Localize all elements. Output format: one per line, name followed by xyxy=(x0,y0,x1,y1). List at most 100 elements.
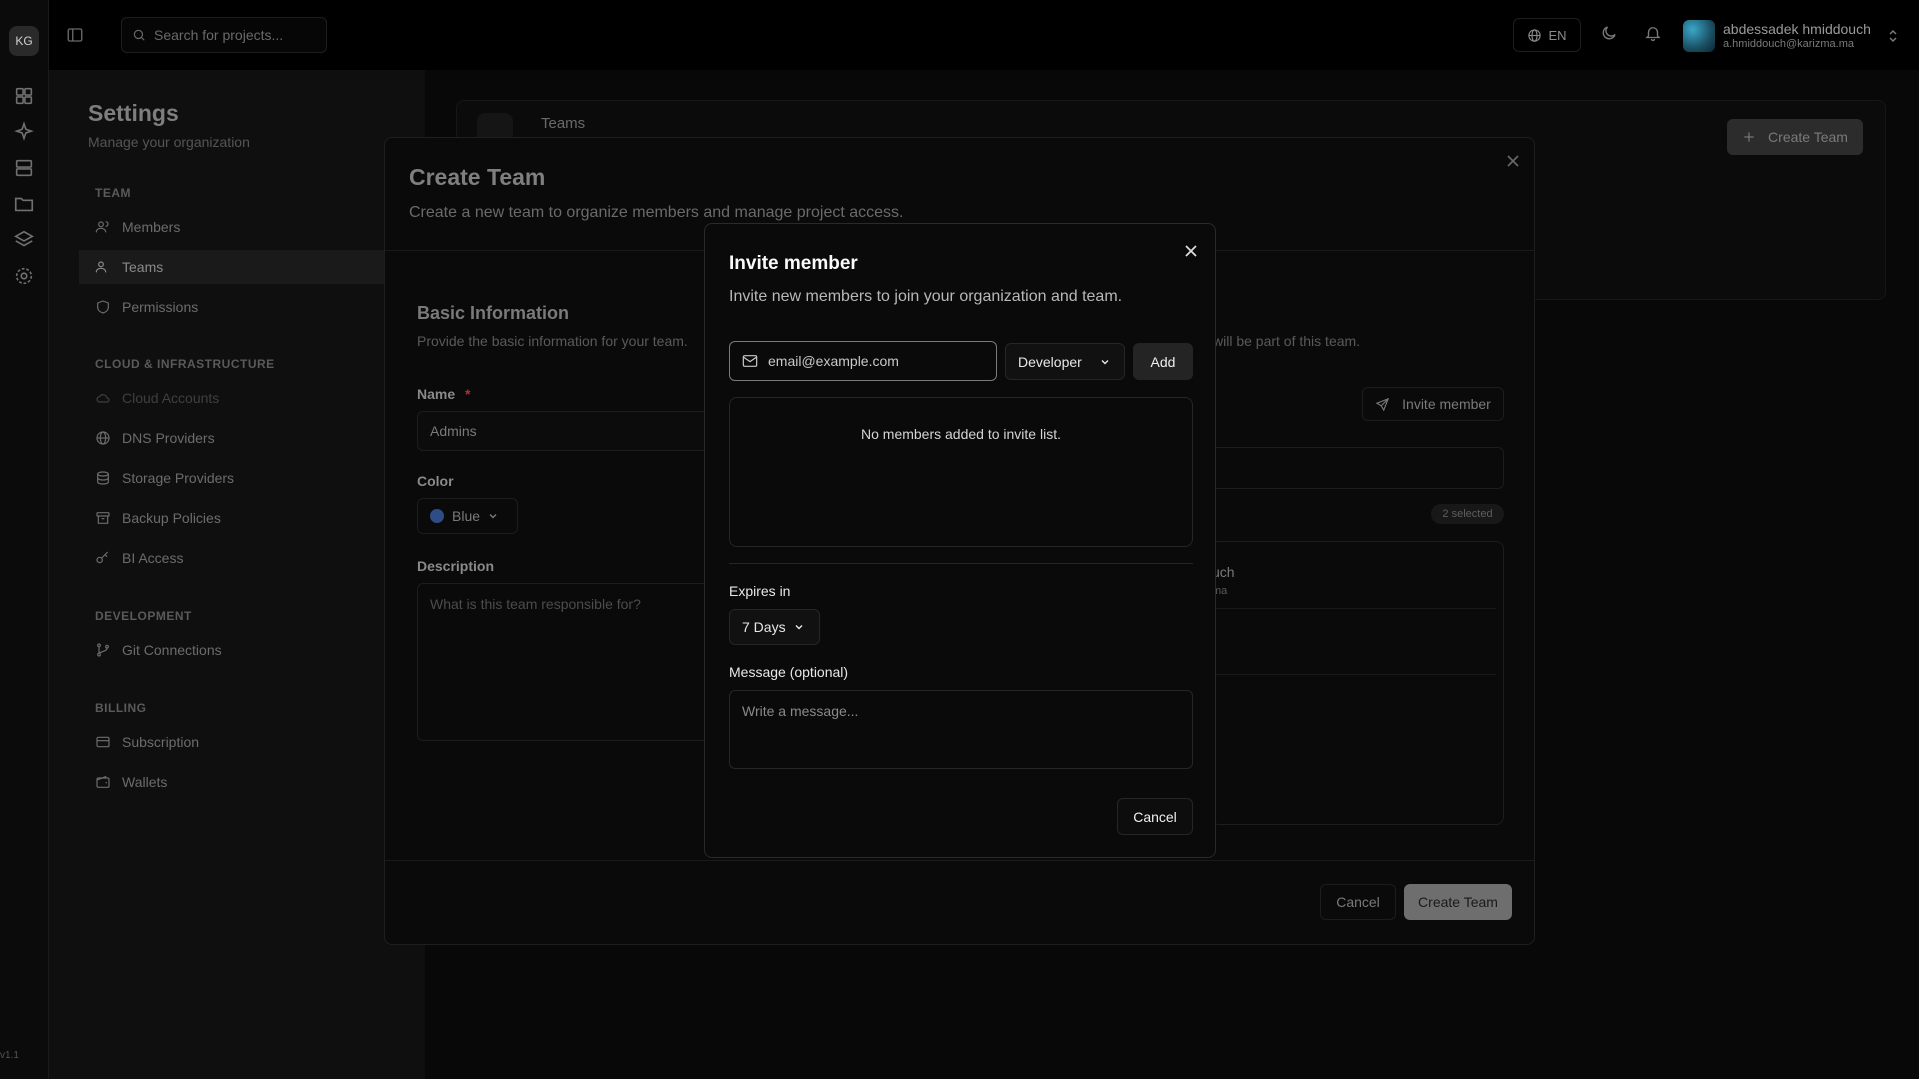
selected-count-badge: 2 selected xyxy=(1431,504,1504,524)
dialog-title: Create Team xyxy=(409,164,546,190)
create-team-button[interactable]: Create Team xyxy=(1727,119,1863,155)
member-search-input[interactable] xyxy=(1211,447,1504,489)
invite-member-label: Invite member xyxy=(1402,396,1491,412)
role-value: Developer xyxy=(1018,353,1082,370)
user-name: abdessadek hmiddouch xyxy=(1723,21,1871,37)
chevron-down-icon xyxy=(1101,359,1109,364)
sidebar-item-label: Teams xyxy=(122,259,164,275)
sidebar-item-label: Git Connections xyxy=(122,642,222,658)
cancel-button[interactable]: Cancel xyxy=(1117,798,1193,835)
chevron-updown-icon xyxy=(1889,29,1897,43)
server-icon[interactable] xyxy=(13,157,35,179)
user-email: a.hmiddouch@karizma.ma xyxy=(1723,38,1854,50)
top-bar: Search for projects... EN abdessadek hmi… xyxy=(49,0,1919,70)
icon-rail: KG v1.1 xyxy=(0,0,49,1079)
globe-icon xyxy=(1528,28,1542,42)
org-logo[interactable]: KG xyxy=(9,26,39,56)
invite-member-button[interactable]: Invite member xyxy=(1362,387,1504,421)
cloud-icon xyxy=(96,394,110,403)
required-mark: * xyxy=(465,386,471,402)
add-button[interactable]: Add xyxy=(1133,343,1193,380)
name-label: Name * xyxy=(417,386,471,402)
database-icon xyxy=(97,471,109,485)
sidebar-item-backup-policies[interactable]: Backup Policies xyxy=(79,501,425,535)
invite-title: Invite member xyxy=(729,253,858,274)
basic-info-subtitle: Provide the basic information for your t… xyxy=(417,333,688,349)
wallet-icon xyxy=(96,775,110,788)
avatar xyxy=(1683,20,1715,52)
sidebar-item-bi-access[interactable]: BI Access xyxy=(79,541,425,575)
sidebar-item-label: Storage Providers xyxy=(122,470,235,486)
name-input[interactable]: Admins xyxy=(417,411,717,451)
theme-toggle-icon[interactable] xyxy=(1600,24,1620,44)
sidebar-item-dns-providers[interactable]: DNS Providers xyxy=(79,421,425,455)
language-switcher[interactable]: EN xyxy=(1513,18,1581,52)
sidebar-item-members[interactable]: Members xyxy=(79,210,425,244)
chevron-down-icon xyxy=(795,625,803,630)
mail-icon xyxy=(742,355,758,367)
dialog-description: Create a new team to organize members an… xyxy=(409,204,904,221)
team-icon xyxy=(95,261,107,273)
section-development: DEVELOPMENT xyxy=(95,609,192,623)
color-label: Color xyxy=(417,473,454,489)
credit-card-icon xyxy=(96,736,110,748)
expires-select[interactable]: 7 Days xyxy=(729,609,820,645)
divider xyxy=(385,860,1534,861)
sidebar-item-label: DNS Providers xyxy=(122,430,215,446)
message-textarea[interactable]: Write a message... xyxy=(729,690,1193,769)
email-field[interactable]: email@example.com xyxy=(729,341,997,381)
send-icon xyxy=(1375,397,1390,411)
archive-icon xyxy=(96,512,110,524)
sidebar-item-storage-providers[interactable]: Storage Providers xyxy=(79,461,425,495)
teams-title: Teams xyxy=(541,115,586,132)
shield-icon xyxy=(97,300,109,314)
sidebar-item-cloud-accounts[interactable]: Cloud Accounts xyxy=(79,381,425,415)
settings-icon[interactable] xyxy=(13,265,35,287)
invite-member-modal: Invite member Invite new members to join… xyxy=(704,223,1216,858)
sidebar-item-label: BI Access xyxy=(122,550,184,566)
dashboard-icon[interactable] xyxy=(13,85,35,107)
close-icon[interactable] xyxy=(1506,154,1520,168)
project-search[interactable]: Search for projects... xyxy=(121,17,327,53)
users-icon xyxy=(95,221,109,233)
sidebar-item-label: Subscription xyxy=(122,734,200,750)
sidebar-item-permissions[interactable]: Permissions xyxy=(79,290,425,324)
color-select[interactable]: Blue xyxy=(417,498,518,534)
basic-info-title: Basic Information xyxy=(417,303,570,323)
invite-description: Invite new members to join your organiza… xyxy=(729,288,1123,305)
color-value: Blue xyxy=(452,508,481,524)
sidebar-item-label: Cloud Accounts xyxy=(122,390,220,406)
section-billing: BILLING xyxy=(95,701,147,715)
settings-subtitle: Manage your organization xyxy=(88,134,250,150)
role-select[interactable]: Developer xyxy=(1005,343,1125,380)
chevron-down-icon xyxy=(489,514,497,519)
sidebar-toggle-icon[interactable] xyxy=(66,26,84,44)
close-icon[interactable] xyxy=(1184,244,1198,258)
create-team-label: Create Team xyxy=(1768,129,1848,145)
sidebar-item-teams[interactable]: Teams xyxy=(79,250,425,284)
sidebar-item-label: Wallets xyxy=(122,774,168,790)
plus-icon xyxy=(1744,132,1754,142)
members-note: will be part of this team. xyxy=(1213,333,1361,349)
search-icon xyxy=(133,29,145,41)
layers-icon[interactable] xyxy=(13,229,35,251)
settings-title: Settings xyxy=(88,100,179,126)
sidebar-item-label: Backup Policies xyxy=(122,510,221,526)
section-cloud: CLOUD & INFRASTRUCTURE xyxy=(95,357,275,371)
key-icon xyxy=(96,551,109,564)
sidebar-item-wallets[interactable]: Wallets xyxy=(79,765,425,799)
expires-label: Expires in xyxy=(729,583,791,599)
invite-list: No members added to invite list. xyxy=(729,397,1193,547)
sparkle-icon[interactable] xyxy=(13,121,35,143)
sidebar-item-label: Permissions xyxy=(122,299,199,315)
create-team-submit-button[interactable]: Create Team xyxy=(1404,884,1512,920)
user-menu[interactable]: abdessadek hmiddouch a.hmiddouch@karizma… xyxy=(1683,16,1919,56)
member-list: uch ma xyxy=(1211,541,1504,825)
sidebar-item-subscription[interactable]: Subscription xyxy=(79,725,425,759)
folder-icon[interactable] xyxy=(13,193,35,215)
settings-sidebar: Settings Manage your organization TEAM M… xyxy=(49,70,425,1079)
description-textarea[interactable]: What is this team responsible for? xyxy=(417,583,717,741)
sidebar-item-git-connections[interactable]: Git Connections xyxy=(79,633,425,667)
cancel-button[interactable]: Cancel xyxy=(1320,884,1396,920)
bell-icon[interactable] xyxy=(1644,24,1664,44)
